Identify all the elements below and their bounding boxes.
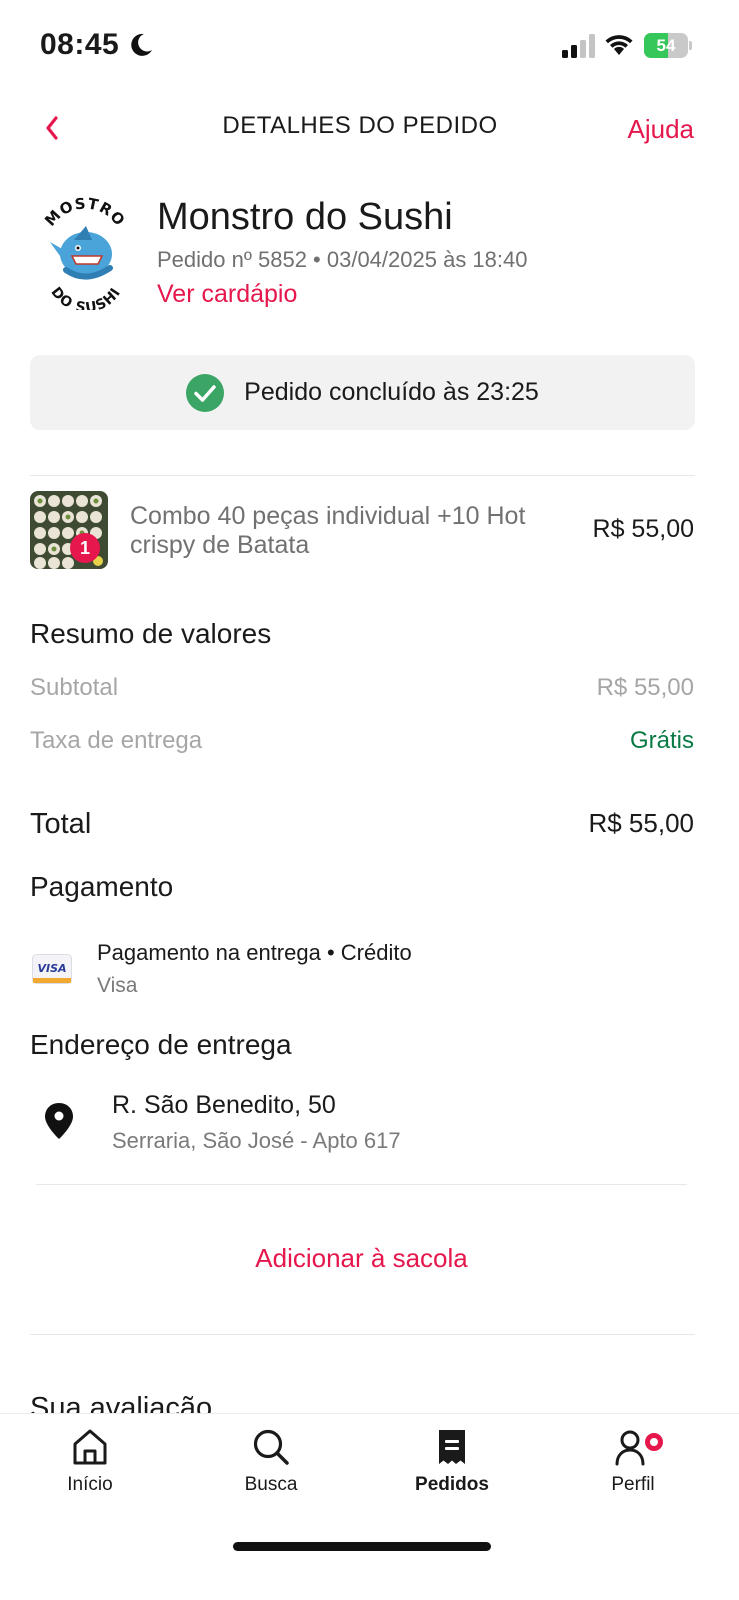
- subtotal-value: R$ 55,00: [596, 674, 694, 701]
- divider: [36, 1184, 687, 1185]
- address-title: Endereço de entrega: [30, 1029, 292, 1060]
- logo-text-bottom: DO SUSHI: [47, 284, 123, 310]
- order-meta: Pedido nº 5852 • 03/04/2025 às 18:40: [157, 247, 528, 272]
- home-indicator: [233, 1542, 491, 1551]
- total-value: R$ 55,00: [588, 808, 694, 838]
- summary-title: Resumo de valores: [30, 618, 272, 649]
- store-logo[interactable]: MOSTRO DO SUSHI: [30, 192, 140, 310]
- subtotal-label: Subtotal: [30, 674, 119, 701]
- order-status-text: Pedido concluído às 23:25: [244, 378, 539, 406]
- payment-method: Pagamento na entrega • Crédito: [97, 940, 412, 965]
- nav-item-profile[interactable]: Perfil: [573, 1428, 693, 1508]
- svg-text:DO SUSHI: DO SUSHI: [47, 284, 124, 310]
- battery-level: 54: [656, 36, 676, 55]
- item-price: R$ 55,00: [592, 515, 694, 543]
- divider: [30, 475, 695, 476]
- wifi-icon: [605, 35, 633, 55]
- visa-logo-text: VISA: [37, 962, 66, 975]
- nav-item-search[interactable]: Busca: [211, 1428, 331, 1508]
- visa-card-icon: VISA: [32, 954, 72, 984]
- view-menu-link[interactable]: Ver cardápio: [157, 280, 297, 309]
- rating-section-title: Sua avaliação: [30, 1392, 213, 1414]
- page-title: DETALHES DO PEDIDO: [222, 112, 498, 139]
- bottom-navigation: Início Busca Pedidos Perfil: [0, 1413, 739, 1600]
- check-circle-icon: [186, 373, 225, 412]
- home-icon: [73, 1429, 107, 1465]
- delivery-fee-label: Taxa de entrega: [30, 727, 203, 754]
- receipt-icon: [439, 1430, 465, 1464]
- add-to-bag-button[interactable]: Adicionar à sacola: [0, 1243, 723, 1274]
- item-quantity-badge: 1: [70, 533, 100, 563]
- address-detail: Serraria, São José - Apto 617: [112, 1128, 401, 1153]
- address-street: R. São Benedito, 50: [112, 1091, 336, 1119]
- store-name[interactable]: Monstro do Sushi: [157, 196, 453, 239]
- delivery-fee-value: Grátis: [629, 727, 694, 754]
- nav-label-orders: Pedidos: [415, 1474, 489, 1495]
- order-status-banner: Pedido concluído às 23:25: [30, 355, 695, 430]
- item-name[interactable]: Combo 40 peças individual +10 Hot crispy…: [130, 502, 570, 560]
- svg-text:MOSTRO: MOSTRO: [41, 194, 129, 229]
- nav-label-profile: Perfil: [611, 1474, 655, 1495]
- cellular-signal-icon: [562, 34, 595, 58]
- battery-indicator: 54: [644, 33, 692, 58]
- logo-text-top: MOSTRO: [41, 194, 128, 229]
- status-time: 08:45: [40, 28, 120, 61]
- nav-item-orders[interactable]: Pedidos: [392, 1428, 512, 1508]
- back-button[interactable]: [34, 108, 70, 148]
- total-label: Total: [30, 808, 92, 840]
- location-pin-icon: [45, 1103, 73, 1139]
- moon-icon: [131, 33, 152, 56]
- notification-badge: [642, 1430, 666, 1454]
- search-icon: [253, 1429, 289, 1465]
- nav-label-search: Busca: [244, 1474, 298, 1495]
- chevron-left-icon: [46, 116, 58, 140]
- payment-title: Pagamento: [30, 871, 174, 902]
- payment-brand: Visa: [97, 974, 138, 997]
- nav-item-home[interactable]: Início: [30, 1428, 150, 1508]
- nav-label-home: Início: [67, 1474, 113, 1495]
- divider: [30, 1334, 695, 1335]
- help-link[interactable]: Ajuda: [628, 114, 695, 145]
- status-bar: 08:45 54: [0, 0, 739, 92]
